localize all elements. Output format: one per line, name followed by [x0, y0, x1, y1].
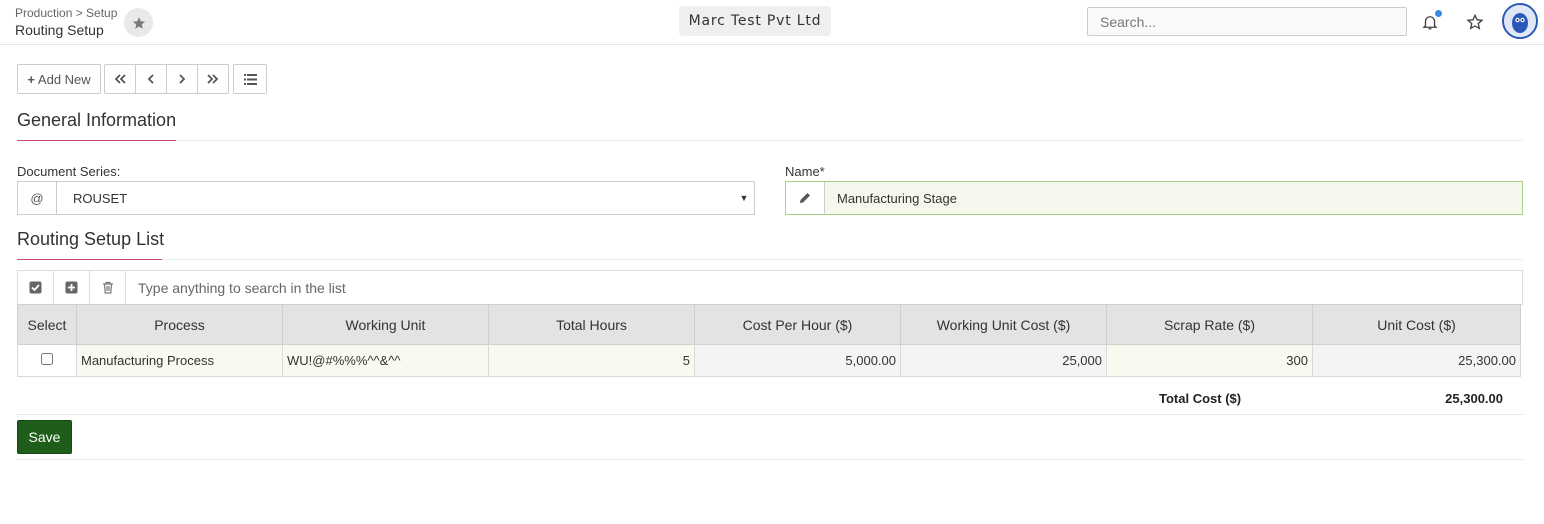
notifications-button[interactable] — [1418, 10, 1442, 34]
routing-table: Select Process Working Unit Total Hours … — [17, 304, 1521, 377]
document-series-label: Document Series: — [17, 164, 121, 179]
name-label: Name* — [785, 164, 825, 179]
column-header-unit-cost[interactable]: Unit Cost ($) — [1312, 304, 1521, 345]
company-name[interactable]: Marc Test Pvt Ltd — [679, 6, 831, 36]
name-value: Manufacturing Stage — [825, 182, 1522, 214]
column-header-working-unit-cost[interactable]: Working Unit Cost ($) — [900, 304, 1107, 345]
double-chevron-right-icon — [207, 74, 219, 84]
chevron-left-icon — [147, 74, 154, 84]
double-chevron-left-icon — [114, 74, 126, 84]
global-search-input[interactable] — [1087, 7, 1407, 36]
checkbox-checked-icon — [29, 281, 42, 294]
general-information-heading: General Information — [17, 110, 177, 130]
column-header-cost-per-hour[interactable]: Cost Per Hour ($) — [694, 304, 901, 345]
top-header: Production > Setup Routing Setup Marc Te… — [0, 0, 1544, 45]
add-new-label: Add New — [37, 71, 91, 87]
previous-record-button[interactable] — [136, 65, 167, 93]
column-header-total-hours[interactable]: Total Hours — [488, 304, 695, 345]
total-cost-label: Total Cost ($) — [1159, 391, 1242, 406]
chevron-right-icon — [179, 74, 186, 84]
add-new-button[interactable]: + Add New — [17, 64, 101, 94]
total-cost-value: 25,300.00 — [1445, 391, 1503, 406]
document-series-value: ROUSET — [73, 190, 128, 206]
working-unit-cell[interactable]: WU!@#%%%^^&^^ — [282, 344, 489, 377]
trash-icon — [102, 281, 113, 294]
last-record-button[interactable] — [198, 65, 228, 93]
column-header-scrap-rate[interactable]: Scrap Rate ($) — [1106, 304, 1313, 345]
plus-icon: + — [27, 71, 35, 87]
user-avatar[interactable] — [1502, 3, 1538, 39]
select-all-button[interactable] — [18, 271, 54, 304]
page-title: Routing Setup — [15, 22, 104, 38]
favorite-button[interactable] — [124, 8, 153, 37]
document-series-select[interactable]: @ ROUSET ▼ — [17, 181, 755, 215]
dropdown-caret-icon: ▼ — [739, 193, 749, 203]
section-divider — [17, 259, 1523, 260]
column-header-working-unit[interactable]: Working Unit — [282, 304, 489, 345]
notification-dot — [1435, 10, 1442, 17]
grid-toolbar — [17, 270, 1523, 305]
breadcrumb[interactable]: Production > Setup — [15, 6, 117, 20]
plus-square-icon — [65, 281, 78, 294]
star-filled-icon — [132, 16, 145, 29]
row-select-checkbox[interactable] — [41, 353, 53, 365]
list-view-button[interactable] — [233, 64, 267, 94]
list-icon — [243, 73, 257, 85]
section-accent-line — [17, 140, 176, 141]
working-unit-cost-cell: 25,000 — [900, 344, 1107, 377]
scrap-rate-cell[interactable]: 300 — [1106, 344, 1313, 377]
section-divider — [17, 140, 1523, 141]
row-select-cell — [17, 344, 77, 377]
table-row: Manufacturing Process WU!@#%%%^^&^^ 5 5,… — [17, 344, 1521, 377]
pencil-icon — [786, 182, 825, 214]
unit-cost-cell: 25,300.00 — [1312, 344, 1521, 377]
favorites-button[interactable] — [1463, 10, 1487, 34]
column-header-process[interactable]: Process — [76, 304, 283, 345]
divider — [17, 414, 1523, 415]
record-navigation — [104, 64, 229, 94]
avatar-icon — [1505, 6, 1535, 36]
delete-row-button[interactable] — [90, 271, 126, 304]
next-record-button[interactable] — [167, 65, 198, 93]
add-row-button[interactable] — [54, 271, 90, 304]
first-record-button[interactable] — [105, 65, 136, 93]
column-header-select[interactable]: Select — [17, 304, 77, 345]
table-header-row: Select Process Working Unit Total Hours … — [17, 304, 1521, 345]
process-cell[interactable]: Manufacturing Process — [76, 344, 283, 377]
divider — [17, 459, 1523, 460]
star-outline-icon — [1466, 13, 1484, 30]
list-search-input[interactable] — [126, 271, 1522, 304]
name-field[interactable]: Manufacturing Stage — [785, 181, 1523, 215]
section-accent-line — [17, 259, 162, 260]
total-hours-cell[interactable]: 5 — [488, 344, 695, 377]
at-sign-icon: @ — [18, 182, 57, 214]
routing-setup-list-heading: Routing Setup List — [17, 229, 165, 249]
save-button[interactable]: Save — [17, 420, 72, 454]
cost-per-hour-cell: 5,000.00 — [694, 344, 901, 377]
